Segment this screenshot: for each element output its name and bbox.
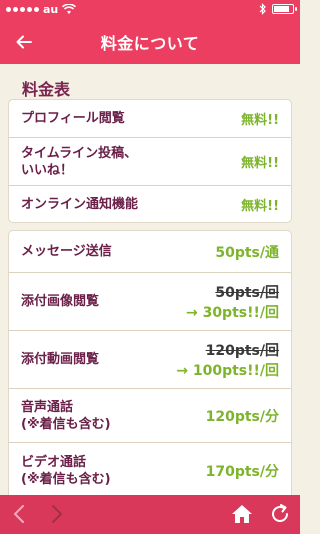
free-features-card: プロフィール閲覧 無料!! タイムライン投稿、 いいね！ 無料!! オンライン通… — [8, 99, 292, 223]
browser-back-button[interactable] — [8, 502, 32, 526]
feature-label: 音声通話 (※着信も含む) — [21, 399, 111, 432]
status-right — [259, 3, 297, 15]
feature-price: 50pts/通 — [215, 244, 279, 261]
nav-bar: 料金について — [0, 20, 300, 64]
chevron-right-icon — [52, 505, 62, 523]
chevron-left-icon — [14, 505, 24, 523]
list-item: メッセージ送信 50pts/通 — [9, 231, 291, 273]
back-button[interactable] — [12, 30, 36, 54]
list-item: 添付画像閲覧 50pts/回 → 30pts!!/回 — [9, 273, 291, 331]
feature-label: プロフィール閲覧 — [21, 111, 125, 126]
bottom-toolbar — [0, 495, 300, 534]
feature-price: 無料!! — [241, 156, 279, 171]
feature-price: 120pts/分 — [205, 408, 279, 425]
feature-label: メッセージ送信 — [21, 244, 112, 259]
list-item: 音声通話 (※着信も含む) 120pts/分 — [9, 389, 291, 443]
new-price: → 100pts!!/回 — [176, 362, 279, 379]
feature-label: 添付画像閲覧 — [21, 294, 100, 309]
new-price: → 30pts!!/回 — [185, 304, 279, 321]
reload-button[interactable] — [268, 502, 292, 526]
list-item: プロフィール閲覧 無料!! — [9, 100, 291, 138]
feature-label: 添付動画閲覧 — [21, 352, 100, 367]
carrier-label: au — [43, 3, 59, 16]
old-price: 50pts/回 — [215, 284, 279, 301]
home-button[interactable] — [230, 502, 254, 526]
status-left: au — [6, 3, 77, 16]
section-title: 料金表 — [22, 80, 71, 99]
list-item: ビデオ通話 (※着信も含む) 170pts/分 — [9, 443, 291, 499]
feature-label: タイムライン投稿、 いいね！ — [21, 145, 138, 178]
battery-icon — [272, 4, 297, 14]
browser-forward-button[interactable] — [44, 502, 68, 526]
price-block: 50pts/回 → 30pts!!/回 — [186, 282, 279, 322]
signal-icon — [6, 7, 39, 12]
list-item: タイムライン投稿、 いいね！ 無料!! — [9, 138, 291, 186]
feature-label: ビデオ通話 (※着信も含む) — [21, 455, 111, 487]
paid-features-card: メッセージ送信 50pts/通 添付画像閲覧 50pts/回 → 30pts!!… — [8, 230, 292, 500]
feature-label: オンライン通知機能 — [21, 196, 139, 212]
page-title: 料金について — [100, 34, 200, 53]
old-price: 120pts/回 — [205, 342, 279, 359]
wifi-icon — [62, 4, 77, 14]
status-bar: au — [0, 0, 300, 20]
price-block: 120pts/回 → 100pts!!/回 — [176, 340, 279, 380]
home-icon — [232, 505, 252, 523]
feature-price: 無料!! — [241, 198, 279, 214]
feature-price: 無料!! — [241, 113, 279, 128]
bluetooth-icon — [259, 3, 266, 15]
reload-icon — [272, 504, 288, 522]
arrow-left-icon — [16, 35, 32, 49]
feature-price: 170pts/分 — [205, 464, 279, 480]
list-item: 添付動画閲覧 120pts/回 → 100pts!!/回 — [9, 331, 291, 389]
list-item: オンライン通知機能 無料!! — [9, 186, 291, 222]
